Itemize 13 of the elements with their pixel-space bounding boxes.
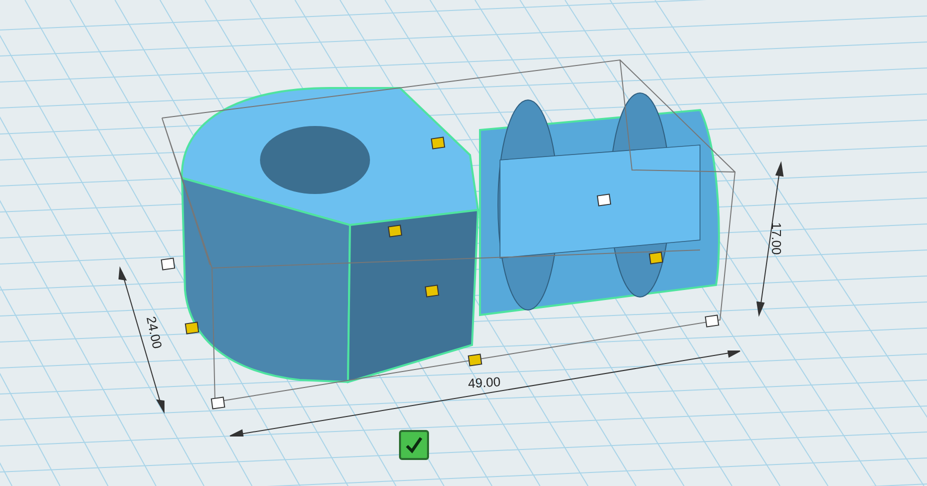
dimension-label: 17.00 bbox=[770, 222, 783, 255]
resize-handle[interactable] bbox=[424, 284, 440, 298]
dimension-label: 49.00 bbox=[468, 375, 501, 390]
dimension-label: 24.00 bbox=[144, 315, 164, 350]
resize-handle[interactable] bbox=[596, 194, 612, 206]
resize-handle[interactable] bbox=[184, 322, 200, 334]
confirm-button[interactable] bbox=[399, 430, 429, 460]
resize-handle[interactable] bbox=[430, 136, 446, 150]
resize-handle[interactable] bbox=[648, 252, 664, 264]
resize-handle[interactable] bbox=[210, 396, 226, 410]
checkmark-icon bbox=[404, 435, 424, 455]
resize-handle[interactable] bbox=[160, 258, 176, 270]
resize-handle[interactable] bbox=[468, 354, 482, 366]
